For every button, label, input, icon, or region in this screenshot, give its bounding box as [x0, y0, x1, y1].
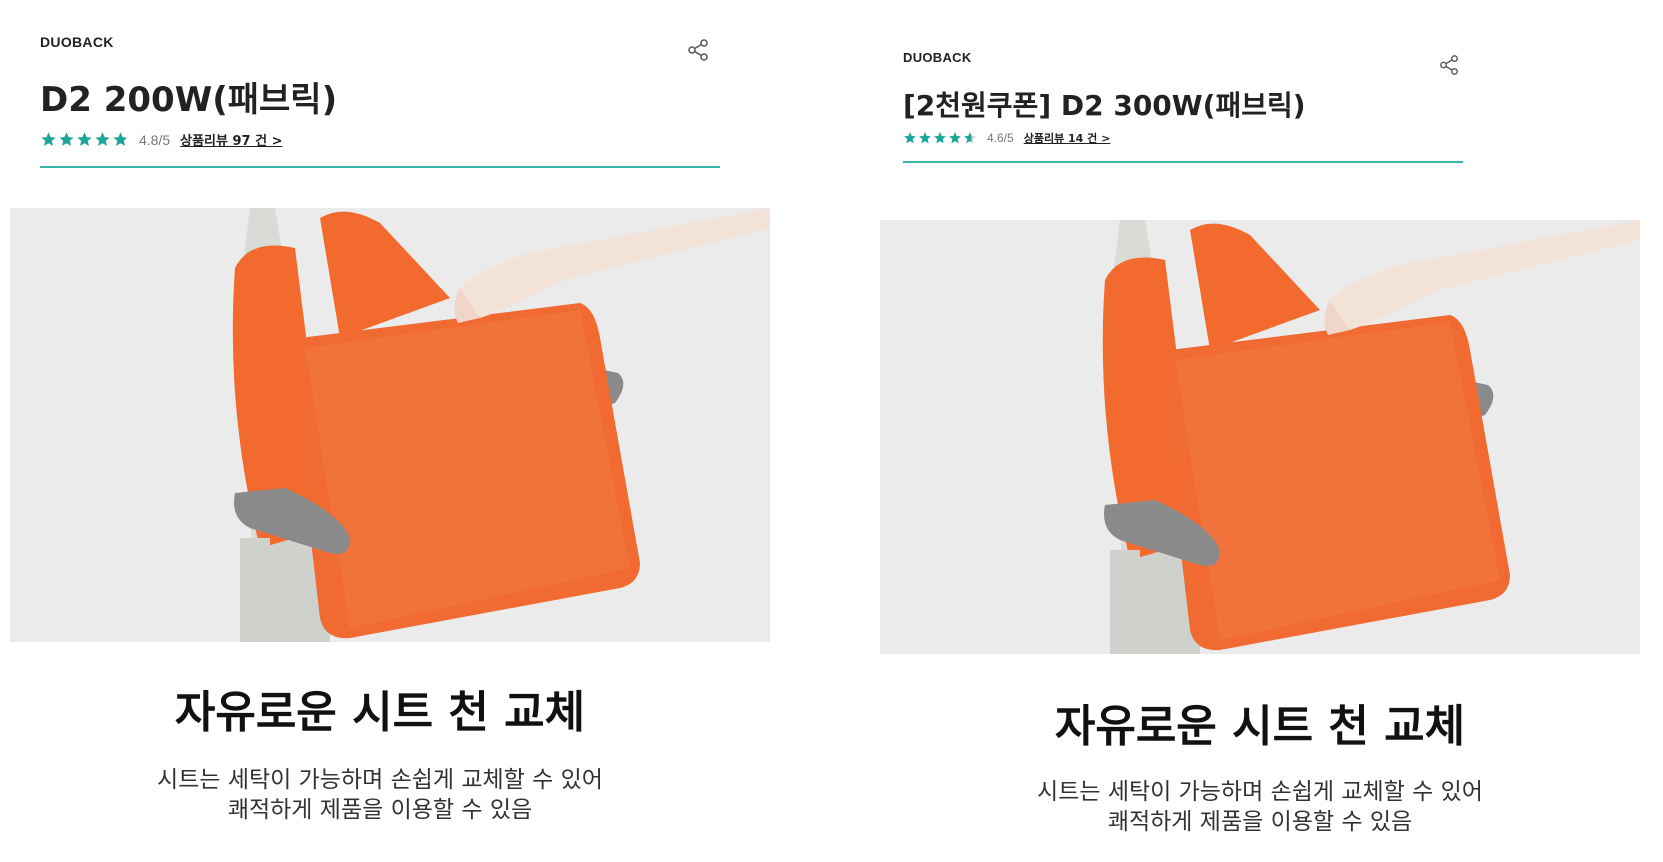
brand-name[interactable]: DUOBACK [903, 50, 972, 65]
star-icon [904, 132, 916, 144]
feature-description-line-1: 시트는 세탁이 가능하며 손쉽게 교체할 수 있어 [1037, 779, 1483, 805]
product-title: [2천원쿠폰] D2 300W(패브릭) [903, 89, 1306, 122]
feature-heading: 자유로운 시트 천 교체 [1054, 701, 1466, 752]
star-icon [919, 132, 931, 144]
rating-row: 4.6/5 상품리뷰 14 건 > [903, 130, 1110, 146]
rating-score: 4.8/5 [139, 131, 171, 148]
star-icon [964, 132, 976, 144]
share-icon[interactable] [1438, 54, 1460, 76]
product-panel-left: DUOBACK D2 200W(패브릭) 4.8/5 상품리뷰 97 건 > 자… [0, 0, 800, 862]
title-divider [40, 166, 720, 168]
feature-description-line-2: 쾌적하게 제품을 이용할 수 있음 [227, 796, 533, 823]
feature-heading: 자유로운 시트 천 교체 [174, 687, 586, 738]
chair-illustration [10, 208, 770, 642]
share-icon[interactable] [686, 38, 710, 62]
product-photo [880, 220, 1640, 654]
star-icon [934, 132, 946, 144]
feature-description: 시트는 세탁이 가능하며 손쉽게 교체할 수 있어 쾌적하게 제품을 이용할 수… [880, 778, 1640, 838]
star-icon [41, 132, 56, 146]
feature-description: 시트는 세탁이 가능하며 손쉽게 교체할 수 있어 쾌적하게 제품을 이용할 수… [0, 766, 760, 826]
brand-name[interactable]: DUOBACK [40, 34, 114, 50]
star-icon [95, 132, 110, 146]
title-divider [903, 161, 1463, 163]
rating-row: 4.8/5 상품리뷰 97 건 > [40, 130, 283, 149]
star-icon [77, 132, 92, 146]
star-rating [903, 131, 977, 145]
review-link[interactable]: 상품리뷰 14 건 > [1024, 130, 1111, 146]
star-icon [59, 132, 74, 146]
star-icon [949, 132, 961, 144]
star-rating [40, 131, 129, 148]
product-panel-right: DUOBACK [2천원쿠폰] D2 300W(패브릭) 4.6/5 상품리뷰 … [880, 0, 1663, 862]
feature-description-line-1: 시트는 세탁이 가능하며 손쉽게 교체할 수 있어 [157, 767, 603, 793]
feature-description-line-2: 쾌적하게 제품을 이용할 수 있음 [1107, 808, 1413, 835]
chair-illustration [880, 220, 1640, 654]
rating-score: 4.6/5 [987, 131, 1014, 145]
star-icon [113, 132, 128, 146]
product-title: D2 200W(패브릭) [40, 80, 338, 120]
product-photo [10, 208, 770, 642]
review-link[interactable]: 상품리뷰 97 건 > [180, 130, 282, 149]
